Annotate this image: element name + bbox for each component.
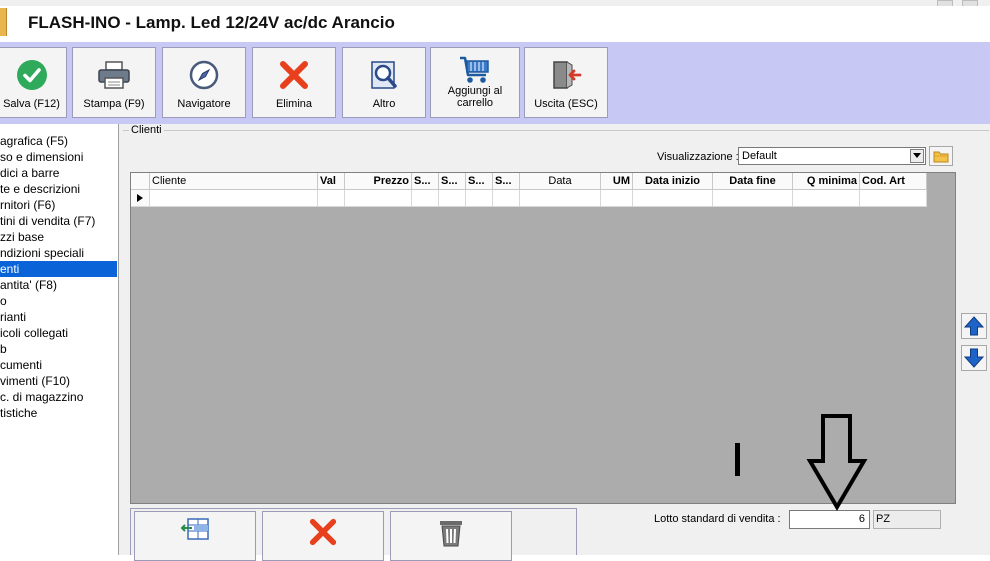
table-cell[interactable] (793, 190, 860, 207)
table-insert-icon (180, 518, 209, 540)
visualizzazione-label: Visualizzazione : (657, 151, 739, 163)
folder-icon (933, 150, 949, 163)
lotto-label: Lotto standard di vendita : (654, 513, 781, 525)
table-cell[interactable] (860, 190, 927, 207)
sidebar-item-articoli-collegati[interactable]: icoli collegati (0, 325, 117, 341)
sidebar-item-peso-dimensioni[interactable]: so e dimensioni (0, 149, 117, 165)
elimina-button[interactable]: Elimina (252, 47, 336, 118)
table-cell[interactable] (345, 190, 412, 207)
x-icon (309, 518, 337, 546)
sidebar-item-statistiche[interactable]: tistiche (0, 405, 117, 421)
sidebar-item-condizioni-speciali[interactable]: ndizioni speciali (0, 245, 117, 261)
arrow-up-icon (964, 316, 984, 336)
column-header-prezzo[interactable]: Prezzo (345, 173, 412, 190)
visualizzazione-select[interactable]: Default (738, 147, 926, 165)
add-row-button[interactable] (134, 511, 256, 561)
stampa-label: Stampa (F9) (83, 98, 145, 110)
magnifier-icon (343, 58, 425, 92)
salva-label: Salva (F12) (3, 98, 60, 110)
check-icon (0, 58, 66, 92)
arrow-down-icon (964, 348, 984, 368)
sidebar-item-anagrafica[interactable]: agrafica (F5) (0, 133, 117, 149)
sidebar-item-fornitori[interactable]: rnitori (F6) (0, 197, 117, 213)
stampa-button[interactable]: Stampa (F9) (72, 47, 156, 118)
sidebar-item-listini-vendita[interactable]: tini di vendita (F7) (0, 213, 117, 229)
printer-icon (73, 58, 155, 92)
sidebar-item-prezzi-base[interactable]: zzi base (0, 229, 117, 245)
sidebar-item-loc-magazzino[interactable]: c. di magazzino (0, 389, 117, 405)
chevron-down-icon[interactable] (910, 149, 924, 163)
table-cell[interactable] (520, 190, 601, 207)
table-cell[interactable] (466, 190, 493, 207)
table-cell[interactable] (318, 190, 345, 207)
navigatore-label: Navigatore (177, 98, 231, 110)
down-arrow-annotation (806, 414, 868, 511)
sidebar-item-varianti[interactable]: rianti (0, 309, 117, 325)
text-cursor-mark (735, 443, 740, 476)
window-title: FLASH-INO - Lamp. Led 12/24V ac/dc Aranc… (28, 13, 395, 32)
exit-door-icon (525, 58, 607, 92)
column-header-q-minima[interactable]: Q minima (793, 173, 860, 190)
navigatore-button[interactable]: Navigatore (162, 47, 246, 118)
aggiungi-carrello-button[interactable]: Aggiungi al carrello (430, 47, 520, 118)
row-pointer-icon (137, 194, 143, 202)
column-header-um[interactable]: UM (601, 173, 633, 190)
unit-field: PZ (873, 510, 941, 529)
move-up-button[interactable] (961, 313, 987, 339)
table-cell[interactable] (633, 190, 713, 207)
column-header-val[interactable]: Val (318, 173, 345, 190)
move-down-button[interactable] (961, 345, 987, 371)
table-cell[interactable] (150, 190, 318, 207)
column-header-s4[interactable]: S... (493, 173, 520, 190)
altro-label: Altro (372, 98, 396, 110)
sidebar-item-movimenti[interactable]: vimenti (F10) (0, 373, 117, 389)
column-header-cliente[interactable]: Cliente (150, 173, 318, 190)
sidebar-item-codici-barre[interactable]: dici a barre (0, 165, 117, 181)
column-header-s1[interactable]: S... (412, 173, 439, 190)
sidebar-item-10[interactable]: o (0, 293, 117, 309)
sidebar-item-documenti[interactable]: cumenti (0, 357, 117, 373)
column-header-data[interactable]: Data (520, 173, 601, 190)
folder-button[interactable] (929, 146, 953, 166)
sidebar-item-quantita[interactable]: antita' (F8) (0, 277, 117, 293)
column-header-data-inizio[interactable]: Data inizio (633, 173, 713, 190)
column-header-s3[interactable]: S... (466, 173, 493, 190)
sidebar-item-web[interactable]: b (0, 341, 117, 357)
toolbar: Salva (F12) Stampa (F9) Navigatore Elimi… (0, 42, 990, 124)
delete-row-button[interactable] (262, 511, 384, 561)
salva-button[interactable]: Salva (F12) (0, 47, 67, 118)
lotto-input[interactable]: 6 (789, 510, 870, 529)
grid-corner (131, 173, 150, 190)
group-label: Clienti (129, 124, 164, 136)
x-icon (253, 58, 335, 92)
sidebar-item-note-descrizioni[interactable]: te e descrizioni (0, 181, 117, 197)
trash-icon (440, 521, 462, 547)
sidebar-item-clienti[interactable]: enti (0, 261, 117, 277)
compass-icon (163, 58, 245, 92)
trash-button[interactable] (390, 511, 512, 561)
table-cell[interactable] (439, 190, 466, 207)
cart-icon (431, 53, 519, 87)
altro-button[interactable]: Altro (342, 47, 426, 118)
visualizzazione-value: Default (742, 150, 777, 162)
elimina-label: Elimina (275, 98, 313, 110)
uscita-button[interactable]: Uscita (ESC) (524, 47, 608, 118)
column-header-data-fine[interactable]: Data fine (713, 173, 793, 190)
row-indicator[interactable] (131, 190, 150, 207)
table-cell[interactable] (713, 190, 793, 207)
table-cell[interactable] (412, 190, 439, 207)
column-header-s2[interactable]: S... (439, 173, 466, 190)
uscita-label: Uscita (ESC) (534, 98, 598, 110)
table-cell[interactable] (493, 190, 520, 207)
app-icon (0, 8, 7, 36)
aggiungi-carrello-label: Aggiungi al carrello (447, 85, 503, 109)
sidebar: agrafica (F5) so e dimensioni dici a bar… (0, 124, 119, 555)
table-cell[interactable] (601, 190, 633, 207)
column-header-cod-art[interactable]: Cod. Art (860, 173, 927, 190)
